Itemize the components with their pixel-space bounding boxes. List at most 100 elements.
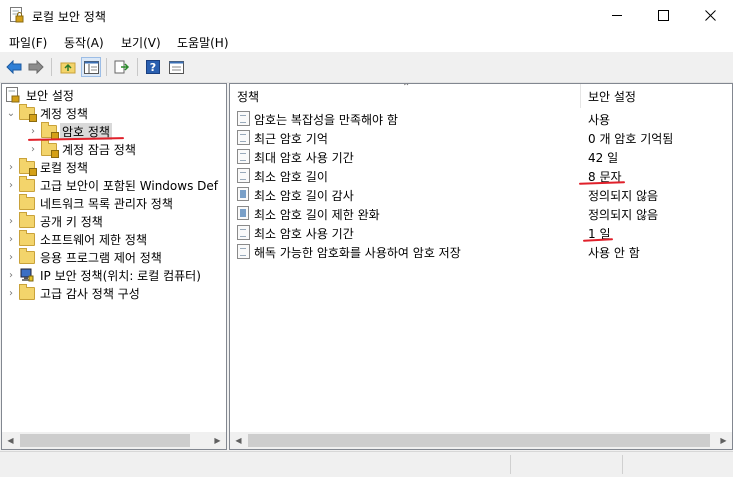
tree-label: 네트워크 목록 관리자 정책	[40, 196, 173, 211]
folder-icon	[19, 211, 35, 228]
tree-label: 보안 설정	[26, 88, 74, 103]
tree-label: 고급 감사 정책 구성	[40, 286, 140, 301]
show-hide-tree-icon	[83, 60, 99, 74]
tree-horizontal-scrollbar[interactable]: ◀ ▶	[2, 432, 226, 449]
folder-icon	[19, 247, 35, 264]
properties-icon	[168, 60, 184, 74]
export-list-button[interactable]	[112, 57, 132, 77]
close-button[interactable]	[687, 0, 733, 30]
menu-help[interactable]: 도움말(H)	[177, 34, 229, 51]
policy-value: 정의되지 않음	[588, 208, 659, 222]
tree-item-account-policy[interactable]: ⌄ 계정 정책	[4, 103, 90, 122]
menu-action[interactable]: 동작(A)	[64, 34, 104, 51]
policy-name: 암호는 복잡성을 만족해야 함	[254, 113, 398, 127]
policy-value: 사용 안 함	[588, 246, 640, 260]
tree-item-windows-defender-firewall[interactable]: › 고급 보안이 포함된 Windows Def	[4, 175, 220, 194]
scroll-left-icon[interactable]: ◀	[2, 432, 19, 449]
up-one-level-button[interactable]	[58, 57, 78, 77]
scroll-left-icon[interactable]: ◀	[230, 432, 247, 449]
chevron-right-icon[interactable]: ›	[26, 122, 40, 140]
properties-button[interactable]	[166, 57, 186, 77]
status-bar	[0, 451, 733, 477]
tree-item-software-restriction[interactable]: › 소프트웨어 제한 정책	[4, 229, 149, 248]
policy-setting-icon	[237, 168, 250, 183]
menu-view[interactable]: 보기(V)	[121, 34, 161, 51]
policy-name: 최소 암호 사용 기간	[254, 227, 354, 241]
policy-value: 42 일	[588, 151, 619, 165]
chevron-right-icon[interactable]: ›	[4, 212, 18, 230]
list-row[interactable]: 최소 암호 사용 기간 1 일	[230, 223, 730, 242]
security-settings-icon	[4, 87, 22, 103]
scroll-right-icon[interactable]: ▶	[715, 432, 732, 449]
tree-label: 응용 프로그램 제어 정책	[40, 250, 162, 265]
scrollbar-thumb[interactable]	[20, 434, 190, 447]
menu-file[interactable]: 파일(F)	[9, 34, 47, 51]
list-row[interactable]: 최근 암호 기억 0 개 암호 기억됨	[230, 128, 730, 147]
policy-name: 최소 암호 길이 제한 완화	[254, 208, 380, 222]
back-arrow-icon	[6, 60, 22, 74]
column-header-setting[interactable]: 보안 설정	[588, 84, 728, 108]
list-row[interactable]: 최소 암호 길이 제한 완화 정의되지 않음	[230, 204, 730, 223]
list-row[interactable]: 해독 가능한 암호화를 사용하여 암호 저장 사용 안 함	[230, 242, 730, 261]
policy-name: 최소 암호 길이 감사	[254, 189, 354, 203]
window-title: 로컬 보안 정책	[32, 10, 106, 24]
tree-item-advanced-audit-policy[interactable]: › 고급 감사 정책 구성	[4, 283, 142, 302]
column-header-label: 정책	[237, 89, 260, 104]
details-list-pane[interactable]: 정책 ⌃ 보안 설정 암호는 복잡성을 만족해야 함 사용 최근 암호 기억 0…	[229, 83, 733, 450]
tree-root[interactable]: 보안 설정	[4, 86, 76, 104]
tree-label: 고급 보안이 포함된 Windows Def	[40, 178, 218, 193]
console-tree-pane[interactable]: 보안 설정 ⌄ 계정 정책 › 암호 정책 › 계정 잠금 정책 › 로컬 정책…	[1, 83, 227, 450]
tree-item-account-lockout-policy[interactable]: › 계정 잠금 정책	[26, 139, 138, 158]
tree-label: 계정 잠금 정책	[62, 142, 136, 157]
tree-item-network-list-manager[interactable]: 네트워크 목록 관리자 정책	[4, 193, 175, 212]
chevron-right-icon[interactable]: ›	[4, 266, 18, 284]
minimize-button[interactable]	[594, 0, 640, 30]
scroll-right-icon[interactable]: ▶	[209, 432, 226, 449]
help-button[interactable]: ?	[143, 57, 163, 77]
policy-name: 해독 가능한 암호화를 사용하여 암호 저장	[254, 246, 461, 260]
folder-icon	[19, 175, 35, 192]
maximize-button[interactable]	[640, 0, 686, 30]
forward-button[interactable]	[26, 57, 46, 77]
chevron-right-icon[interactable]: ›	[4, 284, 18, 302]
forward-arrow-icon	[28, 60, 44, 74]
menu-bar: 파일(F) 동작(A) 보기(V) 도움말(H)	[0, 30, 733, 52]
locked-folder-icon	[41, 139, 59, 158]
chevron-right-icon[interactable]: ›	[4, 176, 18, 194]
toolbar-separator	[137, 58, 138, 76]
list-row[interactable]: 최소 암호 길이 8 문자	[230, 166, 730, 185]
tree-item-ip-security-policy[interactable]: › IP 보안 정책(위치: 로컬 컴퓨터)	[4, 266, 203, 284]
chevron-right-icon[interactable]: ›	[4, 248, 18, 266]
show-hide-console-tree-button[interactable]	[81, 57, 101, 77]
tree-item-public-key-policy[interactable]: › 공개 키 정책	[4, 211, 105, 230]
list-row[interactable]: 최소 암호 길이 감사 정의되지 않음	[230, 185, 730, 204]
chevron-right-icon[interactable]: ›	[4, 158, 18, 176]
security-policy-app-icon	[10, 7, 24, 23]
back-button[interactable]	[4, 57, 24, 77]
chevron-down-icon[interactable]: ⌄	[4, 104, 18, 122]
scrollbar-thumb[interactable]	[248, 434, 710, 447]
list-row[interactable]: 최대 암호 사용 기간 42 일	[230, 147, 730, 166]
column-divider[interactable]	[580, 84, 581, 108]
status-bar-divider	[622, 455, 623, 474]
tree-item-application-control[interactable]: › 응용 프로그램 제어 정책	[4, 247, 164, 266]
list-horizontal-scrollbar[interactable]: ◀ ▶	[230, 432, 732, 449]
folder-icon	[19, 193, 35, 210]
list-row[interactable]: 암호는 복잡성을 만족해야 함 사용	[230, 109, 730, 128]
policy-name: 최대 암호 사용 기간	[254, 151, 354, 165]
chevron-right-icon[interactable]: ›	[26, 140, 40, 158]
tree-item-local-policy[interactable]: › 로컬 정책	[4, 157, 90, 176]
column-header-label: 보안 설정	[588, 89, 636, 104]
ip-security-monitor-icon	[20, 268, 34, 282]
chevron-right-icon[interactable]: ›	[4, 230, 18, 248]
close-icon	[704, 9, 716, 21]
title-bar: 로컬 보안 정책	[0, 0, 733, 30]
locked-folder-icon	[19, 103, 37, 122]
tree-label: 계정 정책	[40, 106, 88, 121]
policy-value: 정의되지 않음	[588, 189, 659, 203]
policy-setting-icon	[237, 111, 250, 126]
up-folder-icon	[60, 62, 76, 74]
policy-setting-icon	[237, 149, 250, 164]
help-icon: ?	[146, 60, 160, 74]
tree-label: 공개 키 정책	[40, 214, 103, 229]
